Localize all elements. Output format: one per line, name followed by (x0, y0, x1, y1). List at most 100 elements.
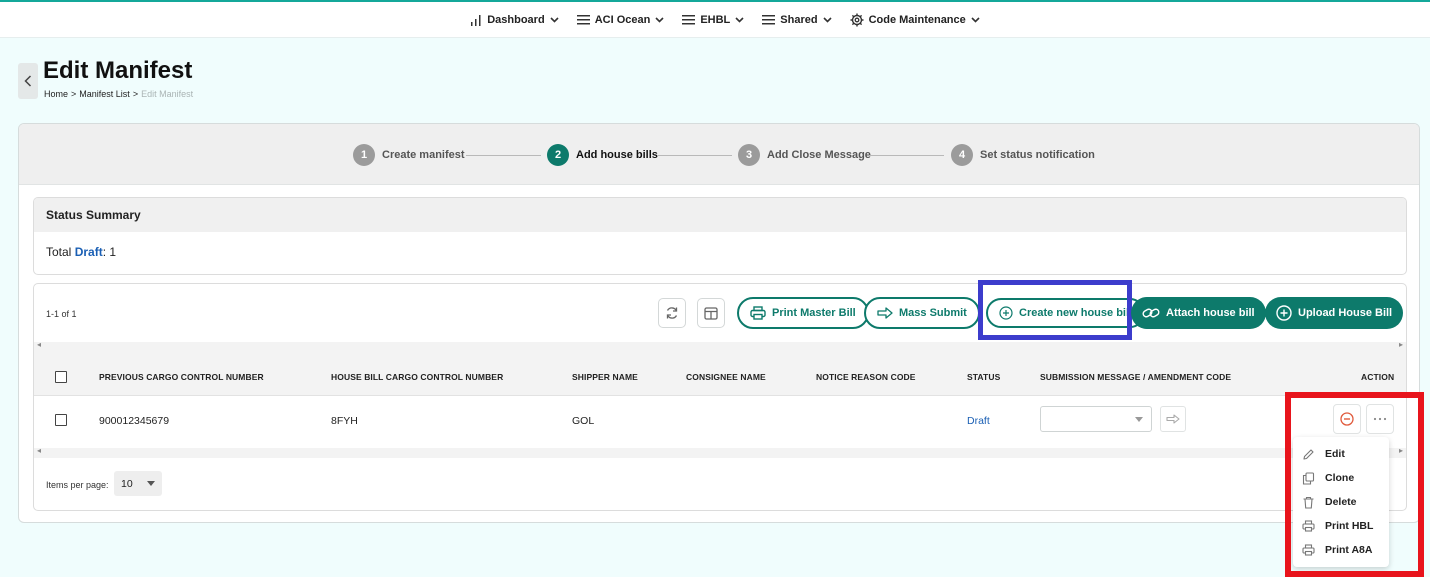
step-connector (657, 155, 732, 156)
back-button[interactable] (18, 63, 38, 99)
print-master-bill-button[interactable]: Print Master Bill (737, 297, 869, 329)
page-title: Edit Manifest (43, 57, 193, 84)
step-label: Create manifest (382, 149, 465, 161)
cell-previous-ccn: 900012345679 (99, 415, 170, 427)
items-per-page-value: 10 (121, 477, 133, 490)
breadcrumb: Home > Manifest List > Edit Manifest (44, 89, 193, 99)
plus-circle-icon (1276, 305, 1292, 321)
top-nav: Dashboard ACI Ocean EHBL Shared Code Mai… (0, 0, 1430, 38)
highlight-box-red (1285, 392, 1424, 577)
chevron-down-icon (823, 16, 832, 23)
gear-icon (850, 13, 864, 26)
scroll-left-icon[interactable]: ◂ (37, 446, 41, 455)
column-previous-ccn[interactable]: PREVIOUS CARGO CONTROL NUMBER (99, 372, 264, 382)
total-label: Total (46, 245, 72, 259)
bar-chart-icon (471, 14, 481, 26)
printer-icon (750, 306, 766, 320)
refresh-icon (666, 307, 678, 319)
column-action: ACTION (1361, 372, 1395, 382)
caret-down-icon (146, 481, 155, 486)
refresh-button[interactable] (658, 298, 686, 328)
column-shipper-name[interactable]: SHIPPER NAME (572, 372, 638, 382)
arrow-right-icon (1166, 414, 1180, 424)
submit-row-button[interactable] (1160, 406, 1186, 432)
mass-submit-button[interactable]: Mass Submit (864, 297, 980, 329)
status-summary: Status Summary Total Draft: 1 (33, 197, 1407, 275)
column-submission-message[interactable]: SUBMISSION MESSAGE / AMENDMENT CODE (1040, 372, 1231, 382)
chevron-down-icon (655, 16, 664, 23)
nav-shared[interactable]: Shared (762, 13, 832, 26)
manifest-panel: 1 Create manifest 2 Add house bills 3 Ad… (18, 123, 1420, 523)
step-number: 3 (738, 144, 760, 166)
cell-shipper-name: GOL (572, 415, 595, 427)
attach-house-bill-button[interactable]: Attach house bill (1131, 297, 1266, 329)
items-per-page-label: Items per page: (46, 480, 109, 490)
nav-code-maintenance-label: Code Maintenance (868, 13, 966, 26)
cell-status[interactable]: Draft (967, 415, 990, 427)
nav-aci-ocean-label: ACI Ocean (594, 13, 651, 26)
breadcrumb-separator: > (71, 89, 77, 99)
breadcrumb-manifest-list[interactable]: Manifest List (79, 89, 130, 99)
nav-dashboard[interactable]: Dashboard (470, 13, 559, 26)
scroll-left-icon[interactable]: ◂ (37, 340, 41, 349)
menu-icon (762, 15, 776, 25)
step-number: 1 (353, 144, 375, 166)
column-notice-reason-code[interactable]: NOTICE REASON CODE (816, 372, 916, 382)
status-summary-body: Total Draft: 1 (34, 232, 1406, 259)
row-checkbox[interactable] (55, 414, 67, 426)
house-bills-table-card: 1-1 of 1 Print Master Bill Mass Submit C… (33, 280, 1407, 511)
horizontal-scrollbar[interactable]: ◂ ▸ (34, 446, 1406, 458)
step-connector (869, 155, 944, 156)
breadcrumb-current: Edit Manifest (141, 89, 194, 99)
column-settings-button[interactable] (697, 298, 725, 328)
status-summary-title: Status Summary (34, 198, 1406, 232)
nav-shared-label: Shared (780, 13, 818, 26)
link-icon (1142, 308, 1160, 318)
scroll-right-icon[interactable]: ▸ (1399, 340, 1403, 349)
highlight-box-blue (978, 280, 1132, 340)
attach-house-bill-label: Attach house bill (1166, 307, 1255, 319)
breadcrumb-separator: > (132, 89, 139, 99)
chevron-down-icon (971, 16, 980, 23)
nav-dashboard-label: Dashboard (487, 13, 545, 26)
caret-down-icon (1135, 417, 1143, 422)
chevron-down-icon (735, 16, 744, 23)
upload-house-bill-label: Upload House Bill (1298, 307, 1393, 319)
step-label: Add Close Message (767, 149, 871, 161)
step-add-close-message[interactable]: 3 Add Close Message (738, 144, 871, 166)
nav-aci-ocean[interactable]: ACI Ocean (576, 13, 665, 26)
breadcrumb-home[interactable]: Home (44, 89, 68, 99)
upload-house-bill-button[interactable]: Upload House Bill (1265, 297, 1404, 329)
menu-icon (576, 15, 590, 25)
print-master-bill-label: Print Master Bill (772, 307, 856, 319)
nav-ehbl-label: EHBL (700, 13, 731, 26)
draft-count: : 1 (102, 245, 117, 259)
step-add-house-bills[interactable]: 2 Add house bills (547, 144, 658, 166)
table-row: 900012345679 8FYH GOL Draft (34, 396, 1406, 444)
column-consignee-name[interactable]: CONSIGNEE NAME (686, 372, 766, 382)
step-label: Set status notification (980, 149, 1095, 161)
column-status[interactable]: STATUS (967, 372, 1000, 382)
nav-code-maintenance[interactable]: Code Maintenance (850, 13, 980, 27)
draft-status-link[interactable]: Draft (75, 245, 103, 259)
stepper: 1 Create manifest 2 Add house bills 3 Ad… (19, 124, 1419, 185)
step-connector (466, 155, 541, 156)
step-label: Add house bills (576, 149, 658, 161)
menu-icon (682, 15, 696, 25)
nav-ehbl[interactable]: EHBL (682, 14, 744, 26)
step-number: 2 (547, 144, 569, 166)
chevron-left-icon (24, 75, 32, 87)
select-all-checkbox[interactable] (55, 371, 67, 383)
result-range: 1-1 of 1 (46, 309, 77, 319)
columns-icon (704, 306, 718, 320)
table-header: PREVIOUS CARGO CONTROL NUMBER HOUSE BILL… (34, 350, 1406, 396)
column-house-bill-ccn[interactable]: HOUSE BILL CARGO CONTROL NUMBER (331, 372, 503, 382)
cell-house-bill-ccn[interactable]: 8FYH (331, 415, 358, 427)
arrow-right-icon (877, 307, 893, 319)
step-create-manifest[interactable]: 1 Create manifest (353, 144, 465, 166)
step-number: 4 (951, 144, 973, 166)
items-per-page-select[interactable]: 10 (114, 471, 162, 496)
step-set-status-notification[interactable]: 4 Set status notification (951, 144, 1095, 166)
submission-message-select[interactable] (1040, 406, 1152, 432)
chevron-down-icon (550, 16, 559, 23)
